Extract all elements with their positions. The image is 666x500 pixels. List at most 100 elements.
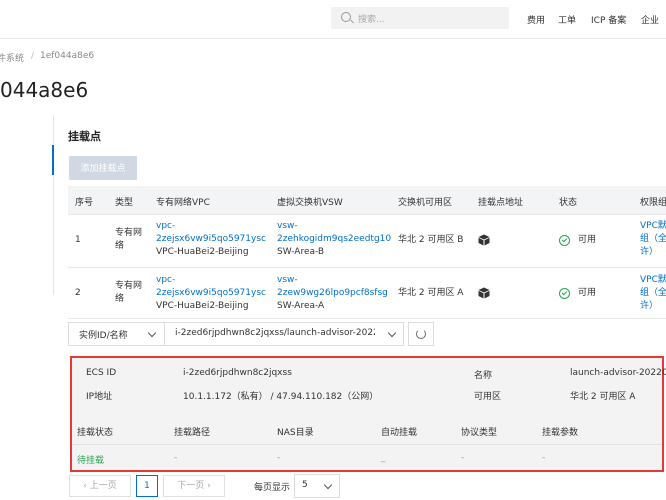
chevron-down-icon — [387, 328, 397, 338]
row1-vpc-name: VPC-HuaBei2-Beijing — [156, 247, 249, 257]
page-title: 044a8e6 — [0, 78, 89, 102]
mount-th-protocol: 协议类型 — [461, 428, 498, 438]
mount-protocol-value: - — [461, 453, 465, 463]
row1-permission[interactable]: VPC默 组（全 许） — [640, 220, 666, 259]
row2-permission[interactable]: VPC默 组（全 许） — [640, 274, 666, 313]
cube-icon[interactable] — [478, 234, 490, 246]
row1-status: 可用 — [578, 235, 597, 245]
name-label: 名称 — [474, 371, 493, 381]
row1-permission-line2[interactable]: 组（全 — [640, 233, 666, 246]
ecs-id-link[interactable]: i-2zed6rjpdhwn8c2jqxss — [183, 368, 292, 378]
breadcrumb-parent[interactable]: 件系统 — [0, 51, 24, 64]
row2-type: 专有网 络 — [115, 280, 142, 306]
row1-type-line1: 专有网 — [115, 228, 143, 238]
mount-th-auto: 自动挂载 — [381, 428, 418, 438]
search-placeholder: 搜索... — [358, 15, 385, 25]
refresh-icon — [416, 329, 426, 339]
th-vpc: 专有网络VPC — [156, 198, 210, 208]
filter-type-select[interactable]: 实例ID/名称 — [68, 322, 165, 346]
chevron-right-icon: › — [204, 481, 211, 491]
row1-vsw-name: SW-Area-B — [277, 247, 325, 257]
row1-vpc-link-line2[interactable]: 2zejsx6vw9i5qo5971ysc — [156, 233, 266, 246]
row-divider — [68, 214, 666, 215]
instance-select[interactable]: i-2zed6rjpdhwn8c2jqxss/launch-advisor-20… — [164, 322, 404, 346]
cube-icon[interactable] — [478, 287, 490, 299]
side-rail — [53, 115, 54, 295]
row1-permission-line1[interactable]: VPC默 — [640, 220, 666, 233]
search-box[interactable]: 搜索... — [331, 7, 509, 29]
page-size-select[interactable]: 5 — [294, 474, 340, 498]
ip-value: 10.1.1.172（私有） / 47.94.110.182（公网） — [183, 392, 379, 402]
page-size-label: 每页显示 — [254, 483, 291, 493]
check-circle-icon — [559, 235, 570, 246]
row2-permission-line3[interactable]: 许） — [640, 300, 666, 313]
row2-index: 2 — [75, 288, 81, 298]
mount-path-value: - — [174, 453, 178, 463]
next-page-button[interactable]: 下一页 › — [163, 475, 225, 497]
zone-value: 华北 2 可用区 A — [570, 392, 636, 402]
filter-type-value: 实例ID/名称 — [79, 331, 128, 341]
row2-vsw-link-line2[interactable]: 2zew9wg26lpo9pcf8sfsg — [277, 287, 388, 300]
row1-index: 1 — [75, 235, 81, 245]
search-icon — [341, 12, 351, 22]
row1-zone: 华北 2 可用区 B — [398, 235, 464, 245]
mount-auto-value: _ — [381, 453, 386, 463]
mount-divider — [72, 444, 662, 445]
row2-type-line1: 专有网 — [115, 281, 143, 291]
nav-enterprise[interactable]: 企业 — [641, 13, 659, 26]
th-permission-group: 权限组 — [640, 198, 666, 208]
th-vsw: 虚拟交换机VSW — [277, 198, 343, 208]
nav-tickets[interactable]: 工单 — [558, 13, 576, 26]
ip-label: IP地址 — [86, 392, 113, 402]
row1-permission-line3[interactable]: 许） — [640, 246, 666, 259]
nav-icp[interactable]: ICP 备案 — [591, 13, 626, 26]
row1-vpc: vpc- 2zejsx6vw9i5qo5971ysc VPC-HuaBei2-B… — [156, 220, 266, 259]
check-circle-icon — [559, 288, 570, 299]
th-mount-address: 挂载点地址 — [478, 198, 524, 208]
refresh-button[interactable] — [408, 322, 434, 346]
th-status: 状态 — [559, 198, 578, 208]
mount-params-value: - — [542, 453, 546, 463]
current-page-button[interactable]: 1 — [136, 475, 158, 497]
row2-vpc-link-line2[interactable]: 2zejsx6vw9i5qo5971ysc — [156, 287, 266, 300]
breadcrumb-separator: / — [31, 51, 35, 61]
breadcrumb-current: 1ef044a8e6 — [40, 51, 95, 61]
page-size-value: 5 — [302, 480, 308, 490]
th-type: 类型 — [115, 198, 134, 208]
row2-vsw-link-line1[interactable]: vsw- — [277, 274, 388, 287]
chevron-down-icon — [323, 480, 333, 490]
zone-label: 可用区 — [474, 392, 502, 402]
row1-vsw-link-line1[interactable]: vsw- — [277, 220, 391, 233]
mount-status-value[interactable]: 待挂载 — [77, 453, 104, 466]
row2-zone: 华北 2 可用区 A — [398, 288, 464, 298]
mount-th-nas-dir: NAS目录 — [277, 428, 314, 438]
nav-billing[interactable]: 费用 — [527, 13, 545, 26]
row1-vsw-link-line2[interactable]: 2zehkogidm9qs2eedtg10 — [277, 233, 391, 246]
section-title: 挂载点 — [68, 130, 101, 143]
mount-nas-dir-value: - — [277, 453, 281, 463]
add-mount-point-button[interactable]: 添加挂载点 — [69, 156, 137, 180]
row2-permission-line2[interactable]: 组（全 — [640, 287, 666, 300]
side-rail-active-marker — [52, 145, 54, 175]
prev-page-button[interactable]: ‹ 上一页 — [69, 475, 131, 497]
row1-vpc-link-line1[interactable]: vpc- — [156, 220, 266, 233]
ecs-id-label: ECS ID — [86, 368, 117, 378]
next-page-label: 下一页 — [177, 481, 205, 491]
row1-type: 专有网 络 — [115, 227, 142, 253]
row2-status: 可用 — [578, 288, 597, 298]
row2-vpc-name: VPC-HuaBei2-Beijing — [156, 301, 249, 311]
row2-vsw: vsw- 2zew9wg26lpo9pcf8sfsg SW-Area-A — [277, 274, 388, 313]
row-divider — [68, 267, 666, 268]
row2-vpc: vpc- 2zejsx6vw9i5qo5971ysc VPC-HuaBei2-B… — [156, 274, 266, 313]
mount-th-status: 挂载状态 — [77, 428, 114, 438]
mount-th-path: 挂载路径 — [174, 428, 211, 438]
row2-vsw-name: SW-Area-A — [277, 301, 325, 311]
row2-vpc-link-line1[interactable]: vpc- — [156, 274, 266, 287]
row2-permission-line1[interactable]: VPC默 — [640, 274, 666, 287]
th-index: 序号 — [75, 198, 94, 208]
chevron-down-icon — [147, 328, 157, 338]
mount-th-params: 挂载参数 — [542, 428, 579, 438]
row1-vsw: vsw- 2zehkogidm9qs2eedtg10 SW-Area-B — [277, 220, 391, 259]
row-divider — [68, 318, 666, 319]
prev-page-label: 上一页 — [89, 481, 117, 491]
